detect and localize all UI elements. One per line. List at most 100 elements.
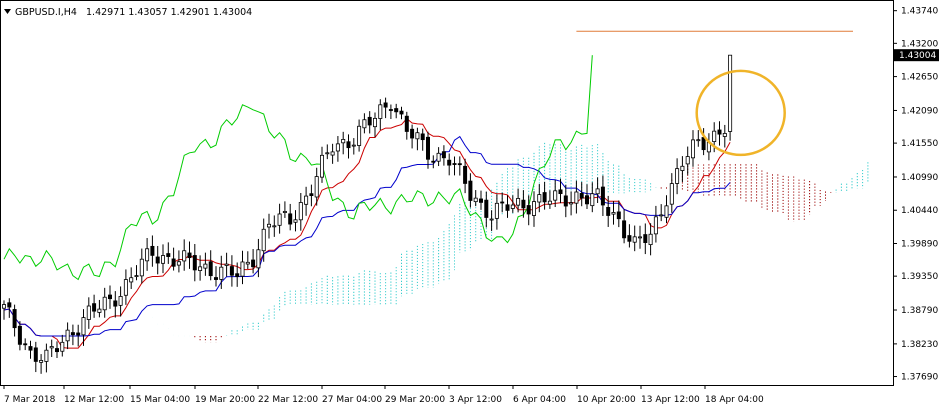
- candle-up: [39, 359, 44, 363]
- candle-up: [632, 236, 637, 243]
- x-tick-label: 10 Apr 20:00: [577, 395, 636, 405]
- candle-up: [653, 216, 658, 235]
- candle-up: [473, 197, 478, 203]
- y-tick-label: 1.42090: [901, 106, 938, 116]
- price-chart[interactable]: 1.43740 1.43200 1.42650 1.42090 1.41550 1.409…: [0, 0, 939, 412]
- candle-up: [659, 214, 664, 217]
- candle-up: [325, 152, 330, 155]
- candle-up: [314, 176, 319, 198]
- candle-down: [447, 159, 452, 166]
- candle-up: [198, 266, 203, 271]
- candle-up: [712, 130, 717, 143]
- candle-down: [420, 133, 425, 141]
- candle-up: [139, 258, 144, 277]
- y-tick-label: 1.39890: [901, 239, 938, 249]
- candle-up: [638, 236, 643, 239]
- y-tick-label: 1.43200: [901, 39, 938, 49]
- candle-down: [606, 206, 611, 216]
- candle-down: [622, 220, 627, 239]
- candle-down: [643, 234, 648, 243]
- candle-up: [590, 193, 595, 207]
- candle-down: [76, 332, 81, 336]
- candle-up: [685, 156, 690, 165]
- candle-up: [728, 54, 733, 132]
- candle-down: [7, 302, 12, 308]
- candle-down: [452, 163, 457, 165]
- candle-up: [65, 329, 70, 342]
- candle-down: [367, 116, 372, 126]
- chart-background: [0, 0, 939, 412]
- candle-up: [415, 132, 420, 140]
- x-tick-label: 22 Mar 12:00: [258, 395, 318, 405]
- y-tick-label: 1.41550: [901, 139, 938, 149]
- candle-down: [309, 193, 314, 197]
- candle-up: [319, 154, 324, 178]
- x-tick-label: 12 Mar 12:00: [64, 395, 124, 405]
- candle-down: [346, 141, 351, 149]
- candle-up: [266, 223, 271, 228]
- candle-up: [60, 341, 65, 352]
- candle-down: [229, 266, 234, 276]
- y-tick-label: 1.40440: [901, 206, 938, 216]
- candle-up: [595, 188, 600, 195]
- candle-up: [49, 346, 54, 349]
- candle-up: [261, 228, 266, 252]
- candle-down: [17, 325, 22, 345]
- x-tick-label: 18 Apr 04:00: [705, 395, 764, 405]
- candle-up: [532, 201, 537, 216]
- candle-up: [362, 119, 367, 129]
- candle-up: [696, 139, 701, 142]
- x-tick-label: 7 Mar 2018: [4, 395, 56, 405]
- y-tick-label: 1.42650: [901, 73, 938, 83]
- candle-down: [12, 309, 17, 329]
- candle-down: [108, 294, 113, 300]
- candle-up: [293, 219, 298, 223]
- candle-up: [81, 317, 86, 336]
- last-price-label: 1.43004: [899, 51, 936, 61]
- candle-up: [569, 202, 574, 205]
- candle-down: [388, 109, 393, 111]
- candle-up: [219, 266, 224, 280]
- chart-header: GBPUSD.I,H4 1.42971 1.43057 1.42901 1.43…: [4, 7, 252, 18]
- x-tick-label: 19 Mar 20:00: [195, 395, 255, 405]
- y-tick-label: 1.38230: [901, 340, 938, 350]
- candle-down: [521, 199, 526, 209]
- candle-down: [600, 186, 605, 206]
- candle-up: [691, 139, 696, 159]
- candle-up: [489, 218, 494, 221]
- x-tick-label: 27 Mar 04:00: [322, 395, 382, 405]
- candle-down: [627, 235, 632, 242]
- candle-down: [113, 300, 118, 307]
- candle-up: [664, 205, 669, 218]
- candle-up: [298, 202, 303, 221]
- candle-up: [176, 261, 181, 266]
- candle-up: [86, 305, 91, 320]
- candle-up: [182, 250, 187, 262]
- candle-down: [55, 348, 60, 353]
- candle-up: [351, 144, 356, 147]
- candle-down: [484, 199, 489, 218]
- candle-up: [256, 249, 261, 269]
- candle-up: [245, 261, 250, 265]
- candle-down: [383, 102, 388, 108]
- candle-down: [526, 205, 531, 215]
- candle-down: [701, 137, 706, 151]
- y-tick-label: 1.37690: [901, 373, 938, 383]
- symbol-label: GBPUSD.I,H4: [15, 7, 77, 18]
- candle-up: [648, 233, 653, 246]
- candle-down: [155, 256, 160, 264]
- candle-up: [282, 211, 287, 213]
- y-tick-label: 1.39350: [901, 272, 938, 282]
- candle-up: [203, 263, 208, 269]
- candle-down: [457, 163, 462, 166]
- candle-down: [92, 303, 97, 312]
- candle-down: [192, 255, 197, 271]
- candle-down: [251, 259, 256, 268]
- candle-up: [494, 202, 499, 219]
- chart-window[interactable]: 1.43740 1.43200 1.42650 1.42090 1.41550 1.409…: [0, 0, 939, 412]
- candle-up: [277, 213, 282, 226]
- candle-up: [675, 168, 680, 184]
- candle-down: [399, 110, 404, 115]
- candle-up: [304, 195, 309, 205]
- candle-down: [579, 193, 584, 199]
